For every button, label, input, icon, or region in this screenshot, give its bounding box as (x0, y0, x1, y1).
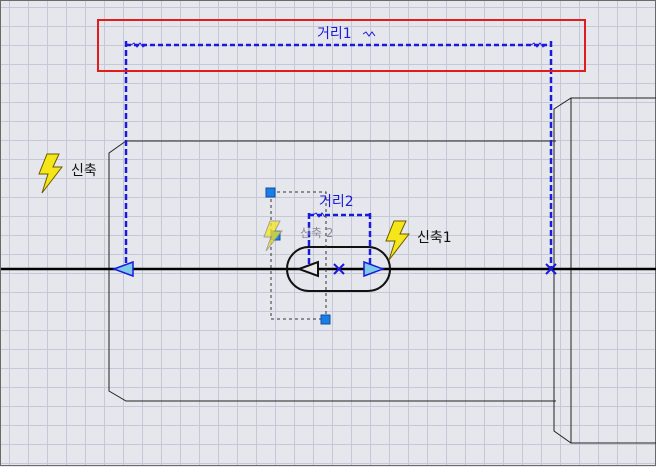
dimension-1[interactable] (124, 41, 553, 269)
grip-handle-bottom-right[interactable] (320, 314, 331, 325)
drawing-canvas[interactable]: 거리1 거리2 신축 신축1 신축 2 (0, 0, 656, 466)
stretch1-constraint-lightning-icon[interactable] (385, 220, 411, 261)
stretch-constraint-label[interactable]: 신축 (71, 163, 97, 179)
slot-right-arrow-icon[interactable] (363, 260, 386, 278)
grip-handle-top-left[interactable] (265, 187, 276, 198)
drawing-svg[interactable]: 거리1 거리2 신축 신축1 신축 2 (1, 1, 656, 467)
stretch2-constraint-label[interactable]: 신축 2 (300, 226, 334, 240)
stretch-constraint-lightning-icon[interactable] (38, 153, 64, 194)
dimension-2[interactable] (307, 212, 372, 269)
slot-left-arrow-icon[interactable] (296, 260, 319, 278)
dim1-label-squiggle (362, 31, 376, 37)
right-shaft-outline[interactable] (553, 97, 656, 444)
selection-box[interactable] (270, 191, 327, 320)
left-endpoint-arrow-icon[interactable] (111, 260, 134, 278)
stretch1-constraint-label[interactable]: 신축1 (417, 230, 452, 246)
dim1-label[interactable]: 거리1 (317, 26, 352, 42)
left-shaft-outline[interactable] (108, 140, 556, 402)
dim2-label[interactable]: 거리2 (319, 194, 354, 210)
